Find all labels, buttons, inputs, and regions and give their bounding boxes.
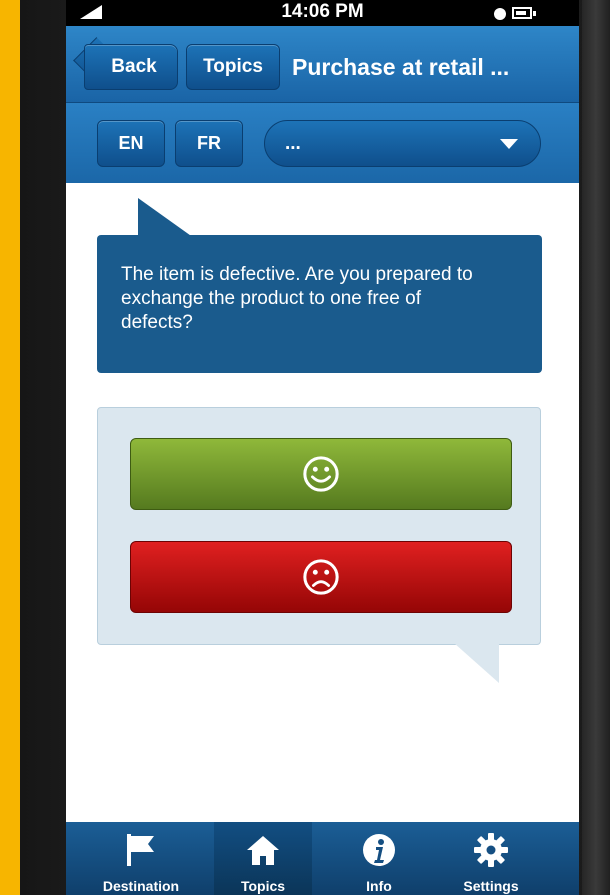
answer-bubble [97,407,541,645]
app-header: Back Topics Purchase at retail ... [66,26,579,103]
home-icon [247,836,279,865]
topics-button-label: Topics [203,56,263,77]
gear-icon [474,833,508,867]
tab-topics-label: Topics [240,878,286,894]
frowning-face-icon [303,559,339,595]
language-bar: EN FR ... [66,103,579,183]
tab-settings-label: Settings [463,878,519,894]
chevron-down-icon [500,139,518,149]
phone-bezel-edge [582,0,610,895]
tab-info-label: Info [366,878,392,894]
tab-destination-label: Destination [102,878,180,894]
topics-button[interactable]: Topics [186,44,280,90]
smiley-face-icon [303,456,339,492]
yes-answer-button[interactable] [130,438,512,510]
page-title: Purchase at retail ... [292,54,510,80]
info-icon [363,834,395,866]
battery-nub [533,11,536,16]
language-fr-button[interactable]: FR [175,120,243,167]
back-button-label: Back [111,56,157,77]
question-text: The item is defective. Are you prepared … [121,264,473,333]
back-button[interactable]: Back [84,44,178,90]
language-en-button[interactable]: EN [97,120,165,167]
battery-icon [512,7,532,19]
tab-topics[interactable]: Topics [214,822,312,895]
main-content: The item is defective. Are you prepared … [66,183,579,823]
answer-bubble-tail [454,643,499,683]
language-select[interactable]: ... [264,120,541,167]
status-bar: 14:06 PM [66,0,579,26]
language-fr-label: FR [197,133,221,153]
tab-settings[interactable]: Settings [442,822,540,895]
phone-screen: 14:06 PM Back Topics Purchase at retail … [66,0,579,895]
alarm-icon [494,8,506,20]
language-en-label: EN [118,133,144,153]
question-bubble: The item is defective. Are you prepared … [97,235,542,373]
flag-icon [127,834,154,866]
left-accent-strip [0,0,20,895]
question-bubble-tail [138,198,194,238]
bottom-tab-bar: Destination Topics Info Settings [66,822,579,895]
language-select-value: ... [285,133,301,154]
no-answer-button[interactable] [130,541,512,613]
tab-destination[interactable]: Destination [92,822,190,895]
tab-info[interactable]: Info [330,822,428,895]
